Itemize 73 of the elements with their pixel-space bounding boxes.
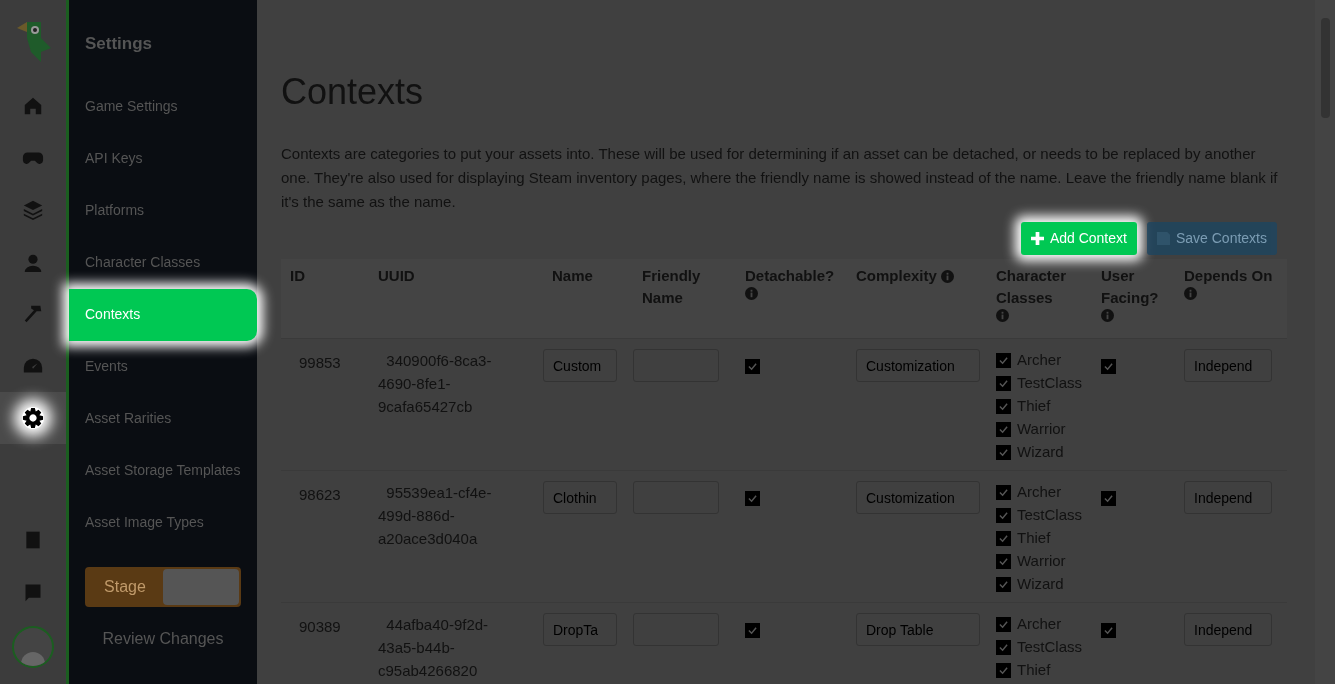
name-field[interactable]: Clothin — [543, 481, 617, 514]
info-icon[interactable] — [996, 309, 1009, 322]
complexity-field[interactable]: Drop Table — [856, 613, 980, 646]
info-icon[interactable] — [745, 287, 758, 300]
review-changes-link[interactable]: Review Changes — [85, 626, 241, 651]
checkbox[interactable] — [996, 353, 1011, 368]
name-field[interactable]: Custom — [543, 349, 617, 382]
depends-on-field[interactable]: Independ — [1184, 613, 1272, 646]
checkbox[interactable] — [1101, 359, 1116, 374]
checkmark-icon — [1104, 362, 1113, 371]
name-field[interactable]: DropTa — [543, 613, 617, 646]
checkmark-icon — [999, 643, 1008, 652]
checkbox[interactable] — [745, 359, 760, 374]
layers-icon — [22, 199, 44, 221]
checkmark-icon — [999, 511, 1008, 520]
checkmark-icon — [748, 494, 757, 503]
sidebar-item[interactable]: Game Settings — [69, 80, 257, 133]
checkbox[interactable] — [996, 445, 1011, 460]
checkmark-icon — [999, 620, 1008, 629]
checkmark-icon — [748, 362, 757, 371]
checkbox[interactable] — [996, 485, 1011, 500]
complexity-field[interactable]: Customization — [856, 349, 980, 382]
checkbox[interactable] — [1101, 623, 1116, 638]
avatar-icon[interactable] — [12, 626, 54, 668]
checkbox[interactable] — [996, 577, 1011, 592]
rail-item[interactable] — [0, 392, 66, 444]
plus-icon — [1030, 232, 1044, 245]
checkbox[interactable] — [996, 531, 1011, 546]
checkbox[interactable] — [996, 376, 1011, 391]
checkmark-icon — [999, 379, 1008, 388]
sidebar-item[interactable]: Character Classes — [69, 236, 257, 289]
complexity-field[interactable]: Customization — [856, 481, 980, 514]
checkmark-icon — [999, 448, 1008, 457]
checkbox[interactable] — [745, 491, 760, 506]
checkbox[interactable] — [745, 623, 760, 638]
add-context-button[interactable]: Add Context — [1020, 222, 1137, 255]
checkmark-icon — [1104, 494, 1113, 503]
checkmark-icon — [1104, 626, 1113, 635]
checkbox[interactable] — [996, 554, 1011, 569]
checkbox[interactable] — [996, 422, 1011, 437]
sidebar-item[interactable]: API Keys — [69, 132, 257, 185]
depends-on-field[interactable]: Independ — [1184, 349, 1272, 382]
sidebar-item[interactable]: Events — [69, 340, 257, 393]
checkmark-icon — [999, 666, 1008, 675]
info-icon[interactable] — [1101, 309, 1114, 322]
checkmark-icon — [999, 580, 1008, 589]
checkmark-icon — [748, 626, 757, 635]
checkbox[interactable] — [1101, 491, 1116, 506]
checkbox[interactable] — [996, 399, 1011, 414]
checkmark-icon — [999, 402, 1008, 411]
checkbox[interactable] — [996, 663, 1011, 678]
checkmark-icon — [999, 488, 1008, 497]
stage-toggle[interactable]: Stage — [85, 566, 241, 607]
checkmark-icon — [999, 557, 1008, 566]
sidebar-item[interactable]: Platforms — [69, 184, 257, 237]
sidebar-item[interactable]: Contexts — [69, 288, 257, 341]
checkmark-icon — [999, 356, 1008, 365]
depends-on-field[interactable]: Independ — [1184, 481, 1272, 514]
checkbox[interactable] — [996, 508, 1011, 523]
sidebar-title: Settings — [84, 33, 154, 55]
checkbox[interactable] — [996, 617, 1011, 632]
settings-icon — [22, 407, 44, 429]
checkmark-icon — [999, 534, 1008, 543]
chat-icon — [23, 582, 43, 602]
checkmark-icon — [999, 425, 1008, 434]
checkbox[interactable] — [996, 640, 1011, 655]
sidebar-item[interactable]: Asset Image Types — [69, 496, 257, 549]
info-icon[interactable] — [940, 270, 954, 283]
hammer-icon — [22, 303, 44, 325]
sidebar-item[interactable]: Asset Rarities — [69, 392, 257, 445]
info-icon[interactable] — [1184, 287, 1197, 300]
home-icon — [22, 95, 44, 117]
sidebar-item[interactable]: Asset Storage Templates — [69, 444, 257, 497]
